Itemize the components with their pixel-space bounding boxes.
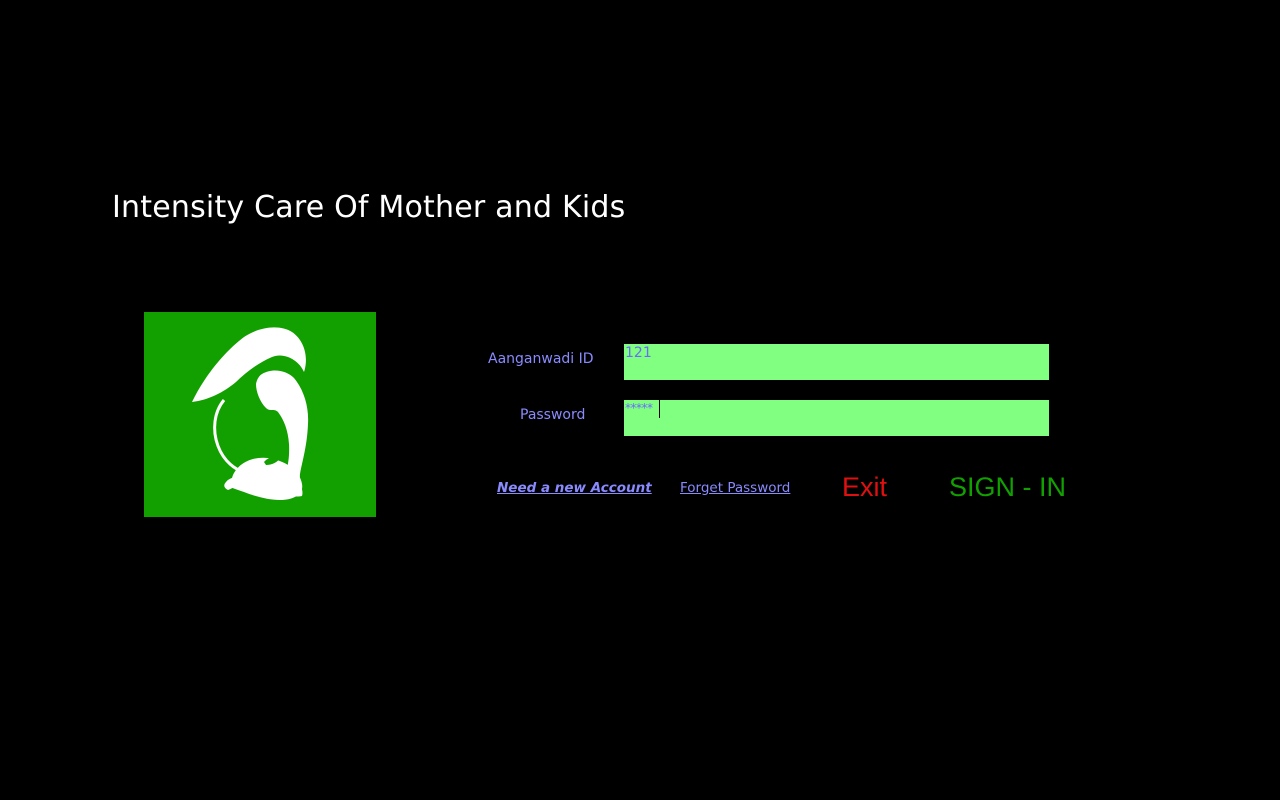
new-account-link[interactable]: Need a new Account (497, 480, 652, 496)
login-screen: Intensity Care Of Mother and Kids Aangan… (0, 0, 1280, 800)
sign-in-button[interactable]: SIGN - IN (949, 472, 1066, 503)
aanganwadi-id-value: 121 (625, 345, 652, 361)
aanganwadi-id-label: Aanganwadi ID (488, 351, 594, 367)
password-label: Password (520, 407, 586, 423)
text-caret (659, 400, 660, 418)
forget-password-link[interactable]: Forget Password (680, 480, 790, 496)
app-title: Intensity Care Of Mother and Kids (112, 190, 626, 225)
password-input[interactable]: ***** (624, 400, 1049, 436)
mother-and-child-icon (192, 327, 309, 500)
aanganwadi-id-input[interactable]: 121 (624, 344, 1049, 380)
password-value: ***** (625, 401, 653, 415)
exit-button[interactable]: Exit (842, 472, 887, 503)
logo (144, 312, 376, 517)
